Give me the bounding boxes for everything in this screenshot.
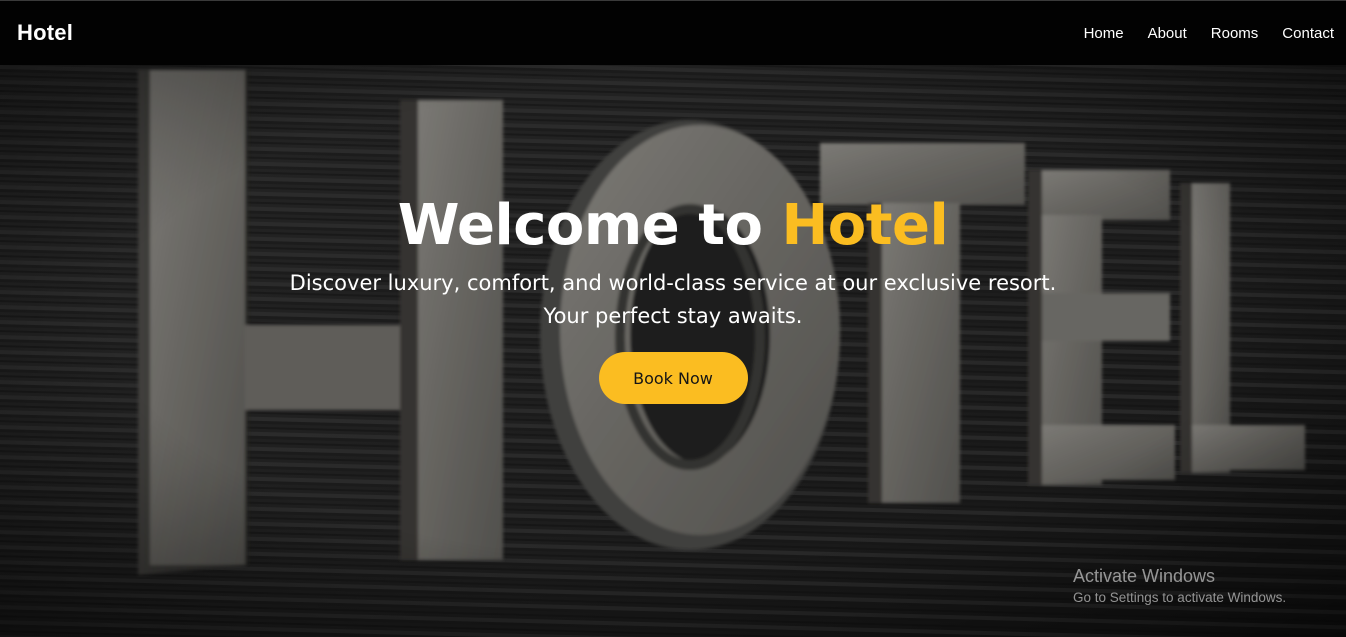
brand-logo[interactable]: Hotel [17, 20, 73, 46]
hero-subtitle: Discover luxury, comfort, and world-clas… [289, 271, 1057, 328]
hero-title-accent: Hotel [781, 193, 949, 258]
hero-title: Welcome to Hotel [0, 193, 1346, 259]
book-now-button[interactable]: Book Now [598, 352, 748, 404]
activate-windows-watermark: Activate Windows Go to Settings to activ… [1073, 565, 1286, 607]
hero-title-main: Welcome to [397, 193, 782, 258]
watermark-title: Activate Windows [1073, 566, 1216, 586]
hero-content: Welcome to Hotel Discover luxury, comfor… [0, 193, 1346, 404]
nav-link-about[interactable]: About [1148, 25, 1187, 42]
nav-link-contact[interactable]: Contact [1282, 25, 1334, 42]
watermark-subtitle: Go to Settings to activate Windows. [1073, 590, 1287, 605]
nav-links: Home About Rooms Contact [1084, 25, 1334, 42]
page: Hotel Home About Rooms Contact Welcome t… [0, 0, 1346, 637]
navbar: Hotel Home About Rooms Contact [0, 0, 1346, 65]
nav-link-home[interactable]: Home [1084, 25, 1124, 42]
hero-section: Welcome to Hotel Discover luxury, comfor… [0, 65, 1346, 637]
nav-link-rooms[interactable]: Rooms [1211, 25, 1259, 42]
